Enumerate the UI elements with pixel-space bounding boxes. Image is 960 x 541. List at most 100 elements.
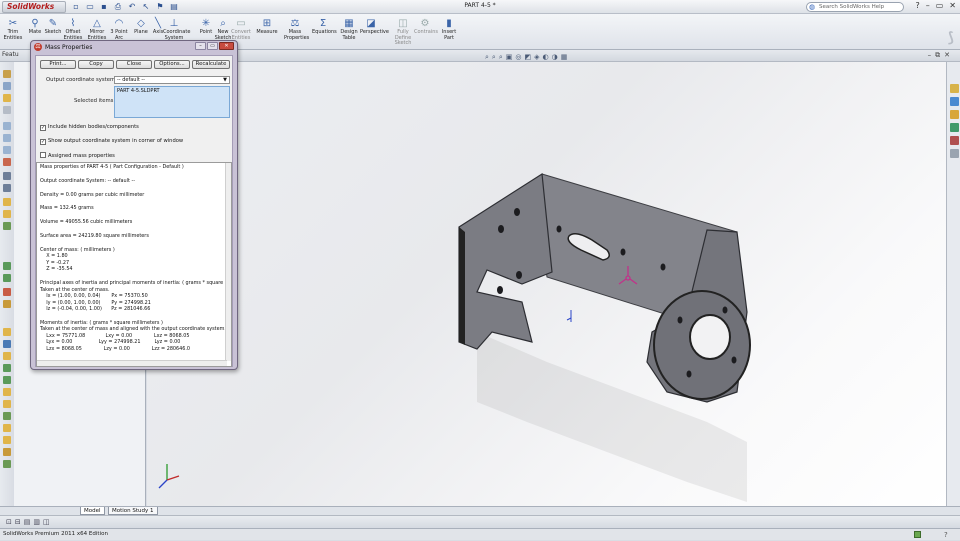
view-palette-icon[interactable] bbox=[950, 123, 959, 132]
ribbon-tool-14[interactable]: Σ Equations bbox=[312, 18, 337, 36]
origin-icon[interactable] bbox=[3, 158, 11, 166]
dialog-close-icon[interactable]: ✕ bbox=[219, 42, 234, 50]
design-library-icon[interactable] bbox=[950, 97, 959, 106]
print-button[interactable]: Print... bbox=[40, 60, 76, 69]
status-help-icon[interactable] bbox=[914, 531, 921, 538]
right-plane-icon[interactable] bbox=[3, 146, 11, 154]
feature-icon[interactable] bbox=[3, 436, 11, 444]
sensor-icon[interactable] bbox=[3, 82, 11, 90]
ribbon-tool-17[interactable]: ◫ Fully Define Sketch bbox=[392, 18, 414, 47]
ribbon-tool-0[interactable]: ✂ Trim Entities bbox=[2, 18, 24, 41]
help-icon[interactable]: ? bbox=[915, 1, 919, 10]
restore-icon[interactable]: ▭ bbox=[936, 1, 944, 10]
feature-icon[interactable] bbox=[3, 364, 11, 372]
feature-icon[interactable] bbox=[3, 400, 11, 408]
dialog-maximize-icon[interactable]: ▭ bbox=[207, 42, 218, 50]
ribbon-tool-3[interactable]: ⌇ Offset Entities bbox=[62, 18, 84, 41]
appearances-icon[interactable] bbox=[950, 136, 959, 145]
ribbon-tool-8[interactable]: ⊥ Coordinate System bbox=[163, 18, 190, 41]
status-bar: SolidWorks Premium 2011 x64 Edition ? bbox=[0, 528, 960, 540]
results-vertical-scrollbar[interactable] bbox=[225, 163, 231, 361]
result-line: Mass properties of PART 4-5 ( Part Confi… bbox=[40, 164, 184, 170]
help-search-icon: ◍ bbox=[809, 3, 816, 11]
status-help-query-icon[interactable]: ? bbox=[944, 530, 948, 541]
reference-triad[interactable] bbox=[158, 464, 180, 489]
dialog-minimize-icon[interactable]: – bbox=[195, 42, 206, 50]
feature-icon[interactable] bbox=[3, 388, 11, 396]
part-left-leg-edge bbox=[459, 227, 465, 345]
dialog-window-controls: – ▭ ✕ bbox=[195, 42, 234, 50]
heads-up-view-toolbar[interactable]: ⌕⌕⌕▣◎◩◈◐◑▦ bbox=[485, 53, 570, 62]
ribbon-tool-11[interactable]: ▭ Convert Entities bbox=[230, 18, 252, 41]
feature-icon[interactable] bbox=[3, 274, 11, 282]
top-plane-icon[interactable] bbox=[3, 134, 11, 142]
dialog-title-bar[interactable]: ⚖ Mass Properties – ▭ ✕ bbox=[31, 41, 237, 53]
output-coordinate-select[interactable]: -- default -- ▼ bbox=[114, 76, 230, 84]
feature-icon[interactable] bbox=[3, 300, 11, 308]
feature-manager-tab[interactable]: Featu bbox=[2, 51, 19, 58]
ribbon-tool-2[interactable]: ✎ Sketch bbox=[42, 18, 64, 36]
material-icon[interactable] bbox=[3, 106, 11, 114]
result-line: Volume = 49055.56 cubic millimeters bbox=[40, 219, 133, 226]
part-icon[interactable] bbox=[3, 70, 11, 78]
ribbon-tool-label: Insert Part bbox=[441, 29, 457, 41]
status-text: SolidWorks Premium 2011 x64 Edition bbox=[3, 531, 108, 537]
include-hidden-label: Include hidden bodies/components bbox=[48, 124, 139, 130]
options-button[interactable]: Options... bbox=[154, 60, 190, 69]
feature-icon[interactable] bbox=[3, 172, 11, 180]
tab-model[interactable]: Model bbox=[80, 507, 105, 515]
graphics-area[interactable]: ⌕⌕⌕▣◎◩◈◐◑▦ bbox=[147, 53, 946, 514]
close-button[interactable]: Close bbox=[116, 60, 152, 69]
front-plane-icon[interactable] bbox=[3, 122, 11, 130]
feature-icon[interactable] bbox=[3, 288, 11, 296]
feature-icon[interactable] bbox=[3, 184, 11, 192]
bottom-tabs: Model Motion Study 1 bbox=[0, 506, 960, 515]
feature-icon[interactable] bbox=[3, 352, 11, 360]
part-model[interactable] bbox=[147, 62, 946, 514]
custom-properties-icon[interactable] bbox=[950, 149, 959, 158]
resources-icon[interactable] bbox=[950, 84, 959, 93]
ribbon-tool-label: Axis bbox=[152, 29, 164, 35]
feature-icon[interactable] bbox=[3, 424, 11, 432]
feature-icon[interactable] bbox=[3, 376, 11, 384]
view-mode-icons[interactable]: ⊡⊟▤▥◫ bbox=[6, 518, 53, 526]
ribbon-tool-13[interactable]: ⚖ Mass Properties bbox=[284, 18, 309, 41]
checkbox-checked-icon: ✓ bbox=[40, 125, 46, 131]
ribbon-tool-5[interactable]: ◠ 3 Point Arc bbox=[108, 18, 130, 41]
graphics-area-controls[interactable]: –⧉✕ bbox=[928, 51, 954, 60]
tab-motion-study[interactable]: Motion Study 1 bbox=[108, 507, 158, 515]
feature-icon[interactable] bbox=[3, 198, 11, 206]
dialog-title: Mass Properties bbox=[45, 44, 93, 51]
close-icon[interactable]: ✕ bbox=[949, 1, 956, 10]
selected-item[interactable]: PART 4-5.SLDPRT bbox=[117, 88, 160, 94]
tool-icon-column bbox=[0, 62, 14, 514]
ribbon-tool-19[interactable]: ▮ Insert Part bbox=[438, 18, 460, 41]
feature-icon[interactable] bbox=[3, 328, 11, 336]
include-hidden-checkbox[interactable]: ✓ Include hidden bodies/components bbox=[40, 124, 139, 131]
feature-icon[interactable] bbox=[3, 340, 11, 348]
feature-icon[interactable] bbox=[3, 222, 11, 230]
feature-icon[interactable] bbox=[3, 210, 11, 218]
ribbon-tool-15[interactable]: ▦ Design Table bbox=[338, 18, 360, 41]
assigned-mass-checkbox[interactable]: Assigned mass properties bbox=[40, 152, 115, 159]
feature-icon[interactable] bbox=[3, 262, 11, 270]
ribbon-tool-18[interactable]: ⚙ Contrains bbox=[414, 18, 438, 36]
ribbon-tool-4[interactable]: △ Mirror Entities bbox=[86, 18, 108, 41]
copy-button[interactable]: Copy bbox=[78, 60, 114, 69]
ribbon-tool-label: Equations bbox=[312, 29, 337, 35]
feature-icon[interactable] bbox=[3, 412, 11, 420]
show-coordinate-checkbox[interactable]: ✓ Show output coordinate system in corner… bbox=[40, 138, 183, 145]
ribbon-tool-12[interactable]: ⊞ Measure bbox=[256, 18, 278, 36]
feature-icon[interactable] bbox=[3, 448, 11, 456]
file-explorer-icon[interactable] bbox=[950, 110, 959, 119]
help-search-input[interactable]: ◍ Search SolidWorks Help bbox=[806, 2, 904, 12]
results-horizontal-scrollbar[interactable] bbox=[37, 360, 227, 366]
annotation-icon[interactable] bbox=[3, 94, 11, 102]
feature-icon[interactable] bbox=[3, 460, 11, 468]
ribbon-tool-label: Plane bbox=[134, 29, 148, 35]
recalculate-button[interactable]: Recalculate bbox=[192, 60, 230, 69]
minimize-icon[interactable]: – bbox=[926, 1, 930, 10]
ribbon-tool-16[interactable]: ◪ Perspective bbox=[360, 18, 389, 36]
selected-items-list[interactable]: PART 4-5.SLDPRT bbox=[114, 86, 230, 118]
results-text-area[interactable]: Mass properties of PART 4-5 ( Part Confi… bbox=[36, 162, 232, 367]
